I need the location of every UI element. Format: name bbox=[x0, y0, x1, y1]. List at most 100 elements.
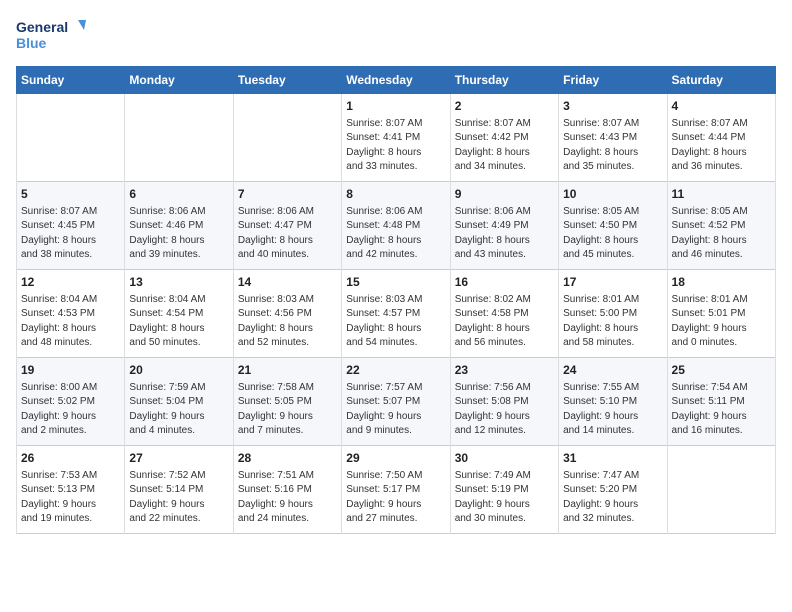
day-number: 3 bbox=[563, 98, 662, 115]
calendar-cell: 4 Sunrise: 8:07 AM Sunset: 4:44 PM Daylig… bbox=[667, 94, 775, 182]
day-header-thursday: Thursday bbox=[450, 67, 558, 94]
calendar-cell: 7 Sunrise: 8:06 AM Sunset: 4:47 PM Daylig… bbox=[233, 182, 341, 270]
calendar-cell: 18 Sunrise: 8:01 AM Sunset: 5:01 PM Dayli… bbox=[667, 270, 775, 358]
calendar-cell: 12Sunrise: 8:04 AM Sunset: 4:53 PM Dayli… bbox=[17, 270, 125, 358]
day-content: Sunrise: 8:03 AM Sunset: 4:56 PM Dayligh… bbox=[238, 293, 337, 351]
calendar-cell: 1Sunrise: 8:07 AM Sunset: 4:41 PM Daylig… bbox=[342, 94, 450, 182]
calendar-cell: 27 Sunrise: 7:52 AM Sunset: 5:14 PM Dayli… bbox=[125, 446, 233, 534]
day-content: Sunrise: 7:54 AM Sunset: 5:11 PM Dayligh… bbox=[672, 381, 771, 439]
day-number: 2 bbox=[455, 98, 554, 115]
calendar-cell: 14 Sunrise: 8:03 AM Sunset: 4:56 PM Dayli… bbox=[233, 270, 341, 358]
calendar-cell: 10Sunrise: 8:05 AM Sunset: 4:50 PM Dayli… bbox=[559, 182, 667, 270]
day-number: 24 bbox=[563, 362, 662, 379]
day-header-friday: Friday bbox=[559, 67, 667, 94]
day-content: Sunrise: 7:59 AM Sunset: 5:04 PM Dayligh… bbox=[129, 381, 228, 439]
calendar-week-row: 26Sunrise: 7:53 AM Sunset: 5:13 PM Dayli… bbox=[17, 446, 776, 534]
day-content: Sunrise: 8:07 AM Sunset: 4:41 PM Dayligh… bbox=[346, 117, 445, 175]
day-number: 30 bbox=[455, 450, 554, 467]
calendar-table: SundayMondayTuesdayWednesdayThursdayFrid… bbox=[16, 66, 776, 534]
calendar-cell: 19 Sunrise: 8:00 AM Sunset: 5:02 PM Dayli… bbox=[17, 358, 125, 446]
day-content: Sunrise: 7:53 AM Sunset: 5:13 PM Dayligh… bbox=[21, 469, 120, 527]
day-content: Sunrise: 8:02 AM Sunset: 4:58 PM Dayligh… bbox=[455, 293, 554, 351]
calendar-cell: 13 Sunrise: 8:04 AM Sunset: 4:54 PM Dayli… bbox=[125, 270, 233, 358]
day-header-monday: Monday bbox=[125, 67, 233, 94]
calendar-cell: 11 Sunrise: 8:05 AM Sunset: 4:52 PM Dayli… bbox=[667, 182, 775, 270]
day-content: Sunrise: 8:06 AM Sunset: 4:49 PM Dayligh… bbox=[455, 205, 554, 263]
calendar-cell: 20 Sunrise: 7:59 AM Sunset: 5:04 PM Dayli… bbox=[125, 358, 233, 446]
day-content: Sunrise: 8:01 AM Sunset: 5:00 PM Dayligh… bbox=[563, 293, 662, 351]
calendar-cell: 26Sunrise: 7:53 AM Sunset: 5:13 PM Dayli… bbox=[17, 446, 125, 534]
calendar-cell: 30 Sunrise: 7:49 AM Sunset: 5:19 PM Dayli… bbox=[450, 446, 558, 534]
calendar-cell: 28 Sunrise: 7:51 AM Sunset: 5:16 PM Dayli… bbox=[233, 446, 341, 534]
days-header-row: SundayMondayTuesdayWednesdayThursdayFrid… bbox=[17, 67, 776, 94]
calendar-week-row: 1Sunrise: 8:07 AM Sunset: 4:41 PM Daylig… bbox=[17, 94, 776, 182]
day-number: 19 bbox=[21, 362, 120, 379]
day-number: 16 bbox=[455, 274, 554, 291]
calendar-cell: 9 Sunrise: 8:06 AM Sunset: 4:49 PM Daylig… bbox=[450, 182, 558, 270]
calendar-cell: 21Sunrise: 7:58 AM Sunset: 5:05 PM Dayli… bbox=[233, 358, 341, 446]
day-number: 18 bbox=[672, 274, 771, 291]
day-content: Sunrise: 8:00 AM Sunset: 5:02 PM Dayligh… bbox=[21, 381, 120, 439]
day-number: 29 bbox=[346, 450, 445, 467]
day-number: 5 bbox=[21, 186, 120, 203]
day-number: 11 bbox=[672, 186, 771, 203]
day-number: 14 bbox=[238, 274, 337, 291]
day-number: 8 bbox=[346, 186, 445, 203]
day-number: 6 bbox=[129, 186, 228, 203]
day-content: Sunrise: 7:56 AM Sunset: 5:08 PM Dayligh… bbox=[455, 381, 554, 439]
day-content: Sunrise: 8:07 AM Sunset: 4:44 PM Dayligh… bbox=[672, 117, 771, 175]
day-number: 7 bbox=[238, 186, 337, 203]
day-content: Sunrise: 7:58 AM Sunset: 5:05 PM Dayligh… bbox=[238, 381, 337, 439]
day-number: 23 bbox=[455, 362, 554, 379]
page-header: General Blue bbox=[16, 16, 776, 54]
calendar-cell: 8 Sunrise: 8:06 AM Sunset: 4:48 PM Daylig… bbox=[342, 182, 450, 270]
day-number: 22 bbox=[346, 362, 445, 379]
calendar-cell bbox=[125, 94, 233, 182]
calendar-cell: 6Sunrise: 8:06 AM Sunset: 4:46 PM Daylig… bbox=[125, 182, 233, 270]
day-number: 31 bbox=[563, 450, 662, 467]
day-number: 4 bbox=[672, 98, 771, 115]
day-content: Sunrise: 7:49 AM Sunset: 5:19 PM Dayligh… bbox=[455, 469, 554, 527]
calendar-cell bbox=[17, 94, 125, 182]
calendar-cell: 17Sunrise: 8:01 AM Sunset: 5:00 PM Dayli… bbox=[559, 270, 667, 358]
calendar-cell: 24 Sunrise: 7:55 AM Sunset: 5:10 PM Dayli… bbox=[559, 358, 667, 446]
day-content: Sunrise: 8:03 AM Sunset: 4:57 PM Dayligh… bbox=[346, 293, 445, 351]
calendar-week-row: 5 Sunrise: 8:07 AM Sunset: 4:45 PM Daylig… bbox=[17, 182, 776, 270]
day-content: Sunrise: 7:50 AM Sunset: 5:17 PM Dayligh… bbox=[346, 469, 445, 527]
day-number: 27 bbox=[129, 450, 228, 467]
day-header-tuesday: Tuesday bbox=[233, 67, 341, 94]
day-number: 10 bbox=[563, 186, 662, 203]
day-number: 9 bbox=[455, 186, 554, 203]
calendar-cell: 22 Sunrise: 7:57 AM Sunset: 5:07 PM Dayli… bbox=[342, 358, 450, 446]
svg-text:Blue: Blue bbox=[16, 35, 47, 51]
day-content: Sunrise: 8:01 AM Sunset: 5:01 PM Dayligh… bbox=[672, 293, 771, 351]
day-content: Sunrise: 7:52 AM Sunset: 5:14 PM Dayligh… bbox=[129, 469, 228, 527]
calendar-cell: 25 Sunrise: 7:54 AM Sunset: 5:11 PM Dayli… bbox=[667, 358, 775, 446]
calendar-cell: 2Sunrise: 8:07 AM Sunset: 4:42 PM Daylig… bbox=[450, 94, 558, 182]
day-number: 13 bbox=[129, 274, 228, 291]
calendar-cell bbox=[667, 446, 775, 534]
day-number: 25 bbox=[672, 362, 771, 379]
day-content: Sunrise: 8:04 AM Sunset: 4:54 PM Dayligh… bbox=[129, 293, 228, 351]
day-content: Sunrise: 8:06 AM Sunset: 4:47 PM Dayligh… bbox=[238, 205, 337, 263]
day-content: Sunrise: 8:05 AM Sunset: 4:52 PM Dayligh… bbox=[672, 205, 771, 263]
calendar-week-row: 12Sunrise: 8:04 AM Sunset: 4:53 PM Dayli… bbox=[17, 270, 776, 358]
day-content: Sunrise: 8:06 AM Sunset: 4:48 PM Dayligh… bbox=[346, 205, 445, 263]
day-header-saturday: Saturday bbox=[667, 67, 775, 94]
day-content: Sunrise: 8:07 AM Sunset: 4:43 PM Dayligh… bbox=[563, 117, 662, 175]
calendar-cell: 3 Sunrise: 8:07 AM Sunset: 4:43 PM Daylig… bbox=[559, 94, 667, 182]
day-content: Sunrise: 7:57 AM Sunset: 5:07 PM Dayligh… bbox=[346, 381, 445, 439]
day-content: Sunrise: 7:47 AM Sunset: 5:20 PM Dayligh… bbox=[563, 469, 662, 527]
calendar-cell: 16 Sunrise: 8:02 AM Sunset: 4:58 PM Dayli… bbox=[450, 270, 558, 358]
logo: General Blue bbox=[16, 16, 86, 54]
calendar-cell bbox=[233, 94, 341, 182]
day-header-wednesday: Wednesday bbox=[342, 67, 450, 94]
day-number: 20 bbox=[129, 362, 228, 379]
day-content: Sunrise: 7:55 AM Sunset: 5:10 PM Dayligh… bbox=[563, 381, 662, 439]
calendar-cell: 5 Sunrise: 8:07 AM Sunset: 4:45 PM Daylig… bbox=[17, 182, 125, 270]
day-number: 28 bbox=[238, 450, 337, 467]
logo-svg: General Blue bbox=[16, 16, 86, 54]
calendar-cell: 29 Sunrise: 7:50 AM Sunset: 5:17 PM Dayli… bbox=[342, 446, 450, 534]
day-content: Sunrise: 7:51 AM Sunset: 5:16 PM Dayligh… bbox=[238, 469, 337, 527]
day-content: Sunrise: 8:07 AM Sunset: 4:45 PM Dayligh… bbox=[21, 205, 120, 263]
